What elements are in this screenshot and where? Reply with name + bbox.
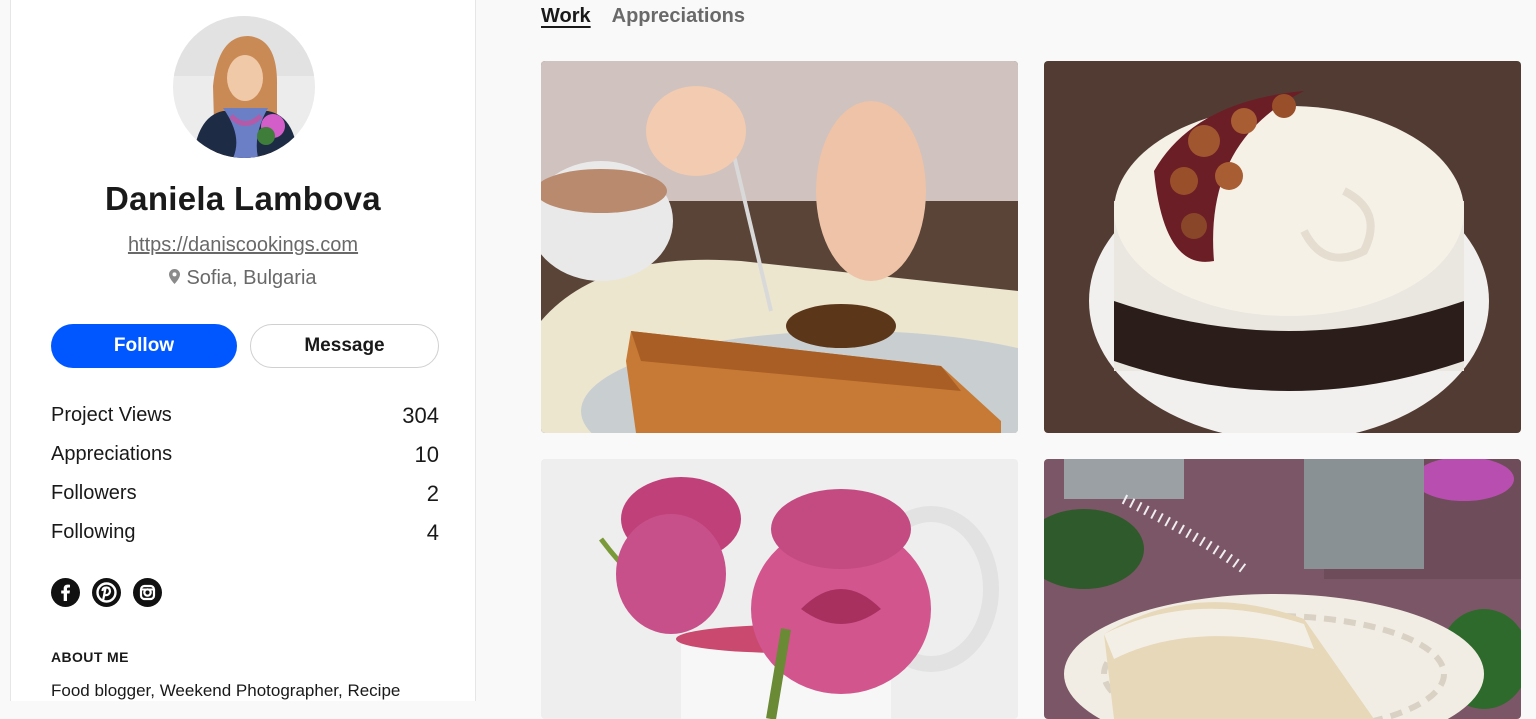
stat-label: Followers	[51, 482, 137, 504]
project-thumbnail	[1044, 61, 1521, 433]
stat-value: 2	[426, 480, 439, 506]
about-title: ABOUT ME	[51, 649, 129, 665]
pinterest-icon[interactable]	[92, 578, 121, 607]
project-card-3[interactable]	[541, 459, 1018, 719]
profile-name: Daniela Lambova	[105, 180, 381, 217]
profile-tabs: Work Appreciations	[541, 5, 745, 28]
project-card-2[interactable]	[1044, 61, 1521, 433]
location-pin-icon	[169, 267, 181, 290]
stat-label: Project Views	[51, 404, 172, 426]
stat-label: Following	[51, 521, 136, 543]
project-thumbnail	[541, 459, 1018, 719]
project-card-1[interactable]	[541, 61, 1018, 433]
stat-appreciations: Appreciations 10	[51, 435, 439, 474]
avatar[interactable]	[173, 16, 315, 158]
stat-label: Appreciations	[51, 443, 173, 465]
about-text: Food blogger, Weekend Photographer, Reci…	[51, 681, 401, 700]
message-button[interactable]: Message	[250, 324, 439, 368]
stat-value: 10	[414, 441, 439, 467]
stats-list: Project Views 304 Appreciations 10 Follo…	[51, 396, 439, 552]
instagram-icon[interactable]	[133, 578, 162, 607]
facebook-icon[interactable]	[51, 578, 80, 607]
profile-sidebar: Daniela Lambova https://daniscookings.co…	[10, 0, 476, 701]
stat-following[interactable]: Following 4	[51, 513, 439, 552]
website-link[interactable]: https://daniscookings.com	[11, 234, 475, 257]
follow-button[interactable]: Follow	[51, 324, 237, 368]
project-thumbnail	[541, 61, 1018, 433]
tab-work[interactable]: Work	[541, 5, 591, 28]
tab-appreciations[interactable]: Appreciations	[612, 5, 745, 28]
stat-value: 4	[426, 519, 439, 545]
stat-followers[interactable]: Followers 2	[51, 474, 439, 513]
project-card-4[interactable]	[1044, 459, 1521, 719]
stat-project-views: Project Views 304	[51, 396, 439, 435]
social-links	[51, 578, 162, 607]
stat-value: 304	[402, 402, 439, 428]
project-thumbnail	[1044, 459, 1521, 719]
location: Sofia, Bulgaria	[11, 267, 475, 290]
location-text: Sofia, Bulgaria	[186, 267, 317, 289]
avatar-photo	[173, 16, 315, 158]
